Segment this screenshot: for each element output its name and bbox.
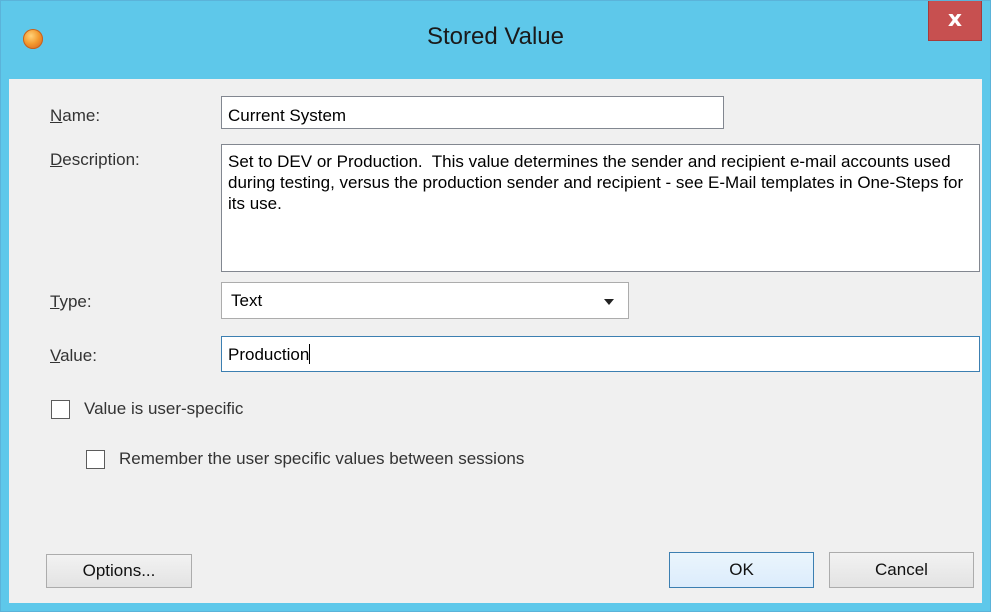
text-caret <box>309 344 311 364</box>
type-select-value: Text <box>231 291 263 310</box>
user-specific-checkbox[interactable] <box>51 399 70 419</box>
type-label-text: Type: <box>50 292 92 311</box>
dialog-window: Stored Value x Name: Description: Set to… <box>0 0 991 612</box>
value-input-text: Production <box>228 345 310 364</box>
description-label-text: Description: <box>50 150 140 169</box>
options-button[interactable]: Options... <box>46 554 192 588</box>
user-specific-label: Value is user-specific <box>84 399 244 418</box>
chevron-down-icon[interactable] <box>604 299 614 305</box>
cancel-button[interactable]: Cancel <box>829 552 974 588</box>
user-specific-row[interactable]: Value is user-specific <box>51 399 243 419</box>
name-label: Name: <box>50 106 100 126</box>
remember-values-label: Remember the user specific values betwee… <box>119 449 525 468</box>
dialog-body: Name: Description: Set to DEV or Product… <box>9 79 982 603</box>
type-label: Type: <box>50 292 92 312</box>
description-label: Description: <box>50 150 140 170</box>
remember-values-row[interactable]: Remember the user specific values betwee… <box>86 449 524 469</box>
remember-values-checkbox[interactable] <box>86 449 105 469</box>
ok-button[interactable]: OK <box>669 552 814 588</box>
value-label-text: Value: <box>50 346 97 365</box>
name-label-text: Name: <box>50 106 101 125</box>
value-input[interactable]: Production <box>221 336 980 372</box>
window-title: Stored Value <box>427 23 564 50</box>
close-button[interactable]: x <box>928 1 982 41</box>
name-input[interactable] <box>221 96 724 129</box>
type-select[interactable]: Text <box>221 282 629 319</box>
description-textarea[interactable]: Set to DEV or Production. This value det… <box>221 144 980 272</box>
value-label: Value: <box>50 346 97 366</box>
title-bar[interactable]: Stored Value x <box>1 1 990 79</box>
